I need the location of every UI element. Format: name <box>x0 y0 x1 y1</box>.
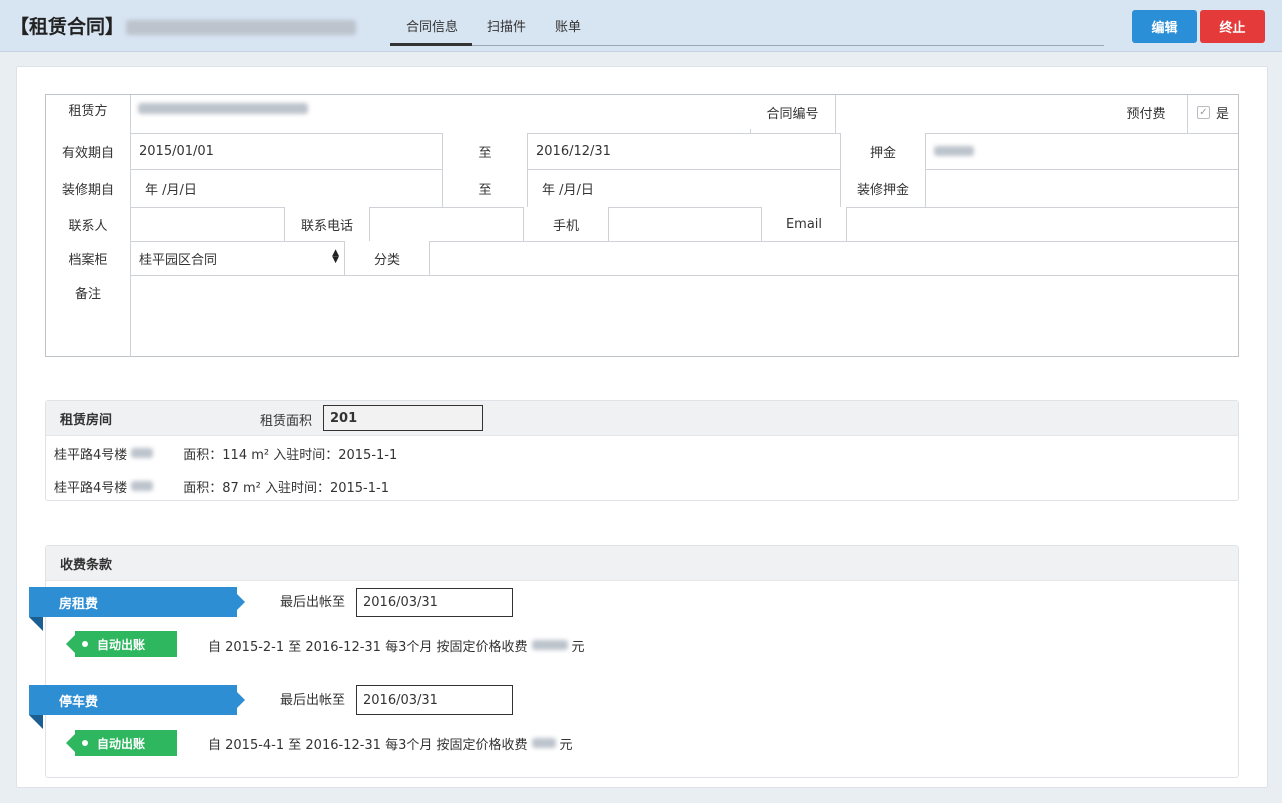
email-input[interactable] <box>847 207 1238 241</box>
prepay-label: 预付费 <box>1105 95 1187 129</box>
last-bill-label: 最后出帐至 <box>280 594 346 610</box>
last-bill-input[interactable]: 2016/03/31 <box>356 685 513 715</box>
last-bill-input[interactable]: 2016/03/31 <box>356 588 513 617</box>
cabinet-label: 档案柜 <box>46 241 130 275</box>
tab-scans[interactable]: 扫描件 <box>487 16 526 35</box>
rooms-panel-header: 租赁房间 租赁面积 201 <box>46 401 1238 436</box>
mobile-input[interactable] <box>609 207 761 241</box>
phone-label: 联系电话 <box>285 207 369 241</box>
reno-deposit-input[interactable] <box>926 169 1238 207</box>
room-detail: 面积：114 m² 入驻时间：2015-1-1 <box>183 447 398 463</box>
auto-billing-tag: 自动出账 <box>66 730 177 756</box>
last-bill-label: 最后出帐至 <box>280 692 346 708</box>
valid-from-label: 有效期自 <box>46 133 130 169</box>
rooms-title: 租赁房间 <box>60 412 113 428</box>
email-label: Email <box>762 207 846 241</box>
page-title: 【租赁合同】 <box>10 12 357 39</box>
auto-billing-label: 自动出账 <box>97 637 146 652</box>
room-building: 桂平路4号楼 <box>54 480 128 496</box>
deposit-input[interactable] <box>934 133 1234 169</box>
fee-unit: 元 <box>559 737 573 753</box>
company-name-redacted <box>126 20 357 35</box>
cabinet-value: 桂平园区合同 <box>139 252 218 268</box>
category-label: 分类 <box>345 241 429 275</box>
fee-amount-redacted <box>531 738 556 748</box>
reno-to-input[interactable]: 年 /月/日 <box>542 169 832 207</box>
category-input[interactable] <box>430 241 1238 275</box>
mobile-label: 手机 <box>524 207 608 241</box>
dot-icon <box>82 641 88 647</box>
lessee-redacted <box>138 102 308 114</box>
terminate-button[interactable]: 终止 <box>1200 10 1265 43</box>
room-number-redacted <box>131 481 154 491</box>
area-input[interactable]: 201 <box>323 405 483 431</box>
dot-icon <box>82 740 88 746</box>
fees-panel-header: 收费条款 <box>46 546 1238 581</box>
fee-desc-text: 自 2015-2-1 至 2016-12-31 每3个月 按固定价格收费 <box>208 639 528 655</box>
fee-name-ribbon: 停车费 <box>29 685 245 715</box>
deposit-redacted <box>934 146 974 156</box>
fee-description: 自 2015-4-1 至 2016-12-31 每3个月 按固定价格收费 元 <box>208 731 573 755</box>
active-tab-indicator <box>390 43 472 46</box>
rooms-panel: 租赁房间 租赁面积 201 桂平路4号楼 面积：114 m² 入驻时间：2015… <box>45 400 1239 501</box>
reno-deposit-label: 装修押金 <box>841 169 925 207</box>
fee-name-ribbon: 房租费 <box>29 587 245 617</box>
fee-description: 自 2015-2-1 至 2016-12-31 每3个月 按固定价格收费 元 <box>208 633 585 657</box>
room-building: 桂平路4号楼 <box>54 447 128 463</box>
contract-form: 租赁方 合同编号 预付费 ✓ 是 有效期自 2015/01/01 至 2016/1… <box>45 94 1239 357</box>
room-detail: 面积：87 m² 入驻时间：2015-1-1 <box>183 480 389 496</box>
deposit-label: 押金 <box>841 133 925 169</box>
ribbon-fold <box>29 617 43 631</box>
select-arrows-icon: ▲ ▼ <box>332 248 339 265</box>
header-bar: 【租赁合同】 合同信息 扫描件 账单 编辑 终止 <box>0 0 1282 52</box>
fee-desc-text: 自 2015-4-1 至 2016-12-31 每3个月 按固定价格收费 <box>208 737 528 753</box>
remark-textarea[interactable] <box>131 276 1238 356</box>
remark-label: 备注 <box>46 275 130 309</box>
room-item: 桂平路4号楼 面积：114 m² 入驻时间：2015-1-1 <box>54 441 397 465</box>
contact-input[interactable] <box>131 207 284 241</box>
lessee-value <box>138 95 738 121</box>
auto-billing-label: 自动出账 <box>97 736 146 751</box>
auto-billing-tag: 自动出账 <box>66 631 177 657</box>
contract-no-label: 合同编号 <box>750 95 835 129</box>
cabinet-select[interactable]: 桂平园区合同 ▲ ▼ <box>131 241 344 275</box>
valid-to-input[interactable]: 2016/12/31 <box>536 133 836 169</box>
valid-from-input[interactable]: 2015/01/01 <box>139 133 439 169</box>
reno-to-label: 至 <box>443 169 527 207</box>
prepay-value: 是 <box>1216 106 1230 122</box>
ribbon-fold <box>29 715 43 729</box>
fees-title: 收费条款 <box>60 557 113 573</box>
page-title-text: 【租赁合同】 <box>10 16 125 38</box>
tab-bills[interactable]: 账单 <box>555 16 581 35</box>
tab-bar: 合同信息 扫描件 账单 <box>390 0 1104 46</box>
edit-button[interactable]: 编辑 <box>1132 10 1197 43</box>
lessee-label: 租赁方 <box>46 95 130 123</box>
valid-to-label: 至 <box>443 133 527 169</box>
tab-contract-info[interactable]: 合同信息 <box>406 16 458 35</box>
fee-unit: 元 <box>571 639 585 655</box>
reno-from-label: 装修期自 <box>46 169 130 207</box>
prepay-option[interactable]: ✓ 是 <box>1197 95 1237 129</box>
reno-from-input[interactable]: 年 /月/日 <box>145 169 435 207</box>
area-label: 租赁面积 <box>260 414 313 429</box>
phone-input[interactable] <box>370 207 523 241</box>
room-number-redacted <box>131 448 154 458</box>
contact-label: 联系人 <box>46 207 130 241</box>
room-item: 桂平路4号楼 面积：87 m² 入驻时间：2015-1-1 <box>54 474 389 498</box>
prepay-checkbox[interactable]: ✓ <box>1197 105 1210 119</box>
fee-amount-redacted <box>531 640 568 650</box>
